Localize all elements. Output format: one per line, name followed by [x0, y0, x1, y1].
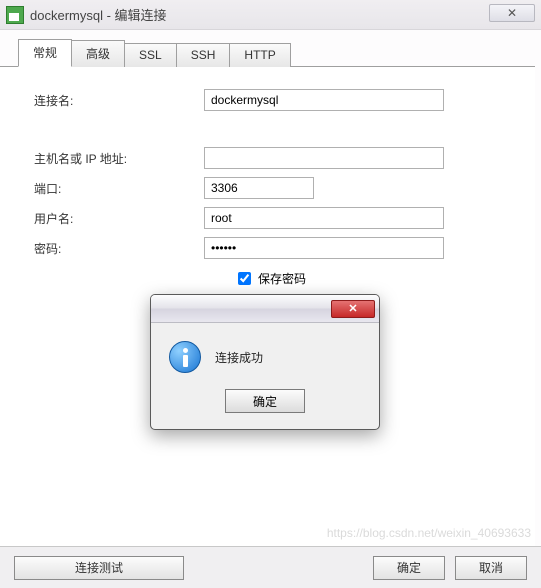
dialog-button-bar: 连接测试 确定 取消 — [0, 546, 541, 588]
connection-name-label: 连接名: — [34, 92, 204, 109]
tab-ssh[interactable]: SSH — [176, 43, 231, 67]
app-icon — [6, 6, 24, 24]
message-dialog-ok-button[interactable]: 确定 — [225, 389, 305, 413]
window-close-button[interactable]: ✕ — [489, 4, 535, 22]
cancel-button[interactable]: 取消 — [455, 556, 527, 580]
message-dialog: ✕ 连接成功 确定 — [150, 294, 380, 430]
port-label: 端口: — [34, 180, 204, 197]
message-dialog-titlebar: ✕ — [151, 295, 379, 323]
tab-strip: 常规 高级 SSL SSH HTTP — [0, 30, 541, 66]
tab-label: SSL — [139, 48, 162, 62]
tab-label: 常规 — [33, 46, 57, 60]
username-label: 用户名: — [34, 210, 204, 227]
tab-general[interactable]: 常规 — [18, 39, 72, 67]
info-icon — [169, 341, 201, 373]
tab-label: HTTP — [244, 48, 275, 62]
tab-label: 高级 — [86, 47, 110, 61]
password-input[interactable] — [204, 237, 444, 259]
host-label: 主机名或 IP 地址: — [34, 150, 204, 167]
username-input[interactable] — [204, 207, 444, 229]
message-dialog-text: 连接成功 — [215, 349, 263, 366]
password-label: 密码: — [34, 240, 204, 257]
tab-ssl[interactable]: SSL — [124, 43, 177, 67]
close-icon: ✕ — [348, 302, 357, 315]
tab-advanced[interactable]: 高级 — [71, 40, 125, 67]
close-icon: ✕ — [507, 6, 517, 20]
button-label: 确定 — [253, 393, 277, 410]
save-password-label: 保存密码 — [258, 270, 306, 287]
port-input[interactable] — [204, 177, 314, 199]
save-password-checkbox[interactable] — [238, 272, 251, 285]
tab-label: SSH — [191, 48, 216, 62]
message-dialog-close-button[interactable]: ✕ — [331, 300, 375, 318]
ok-button[interactable]: 确定 — [373, 556, 445, 580]
connection-name-input[interactable] — [204, 89, 444, 111]
button-label: 确定 — [397, 559, 421, 576]
tab-http[interactable]: HTTP — [229, 43, 290, 67]
window-title: dockermysql - 编辑连接 — [30, 5, 167, 24]
test-connection-button[interactable]: 连接测试 — [14, 556, 184, 580]
window-titlebar: dockermysql - 编辑连接 ✕ — [0, 0, 541, 30]
button-label: 连接测试 — [75, 559, 123, 576]
button-label: 取消 — [479, 559, 503, 576]
host-input[interactable] — [204, 147, 444, 169]
